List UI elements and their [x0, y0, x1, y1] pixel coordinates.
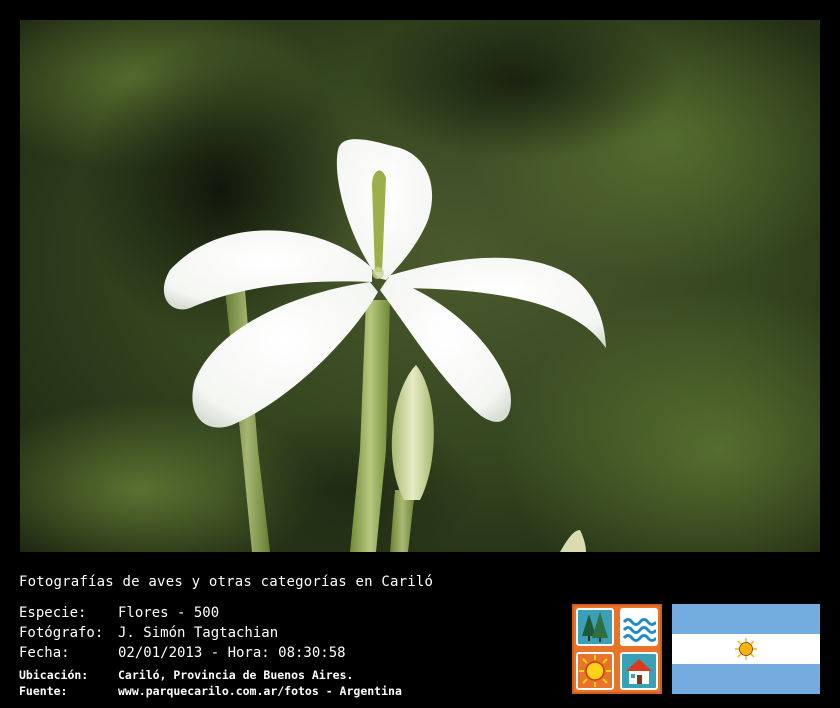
field-fecha: Fecha: 02/01/2013 - Hora: 08:30:58 [19, 645, 346, 661]
field-label: Fotógrafo: [19, 625, 104, 641]
field-value: 02/01/2013 - Hora: 08:30:58 [118, 645, 346, 661]
house-icon [620, 652, 658, 690]
field-label: Especie: [19, 605, 87, 621]
field-fotografo: Fotógrafo: J. Simón Tagtachian [19, 625, 278, 641]
carilo-logo [572, 604, 662, 694]
field-fuente: Fuente: www.parquecarilo.com.ar/fotos - A… [19, 684, 402, 698]
flower-photo [20, 20, 820, 552]
field-value: Cariló, Provincia de Buenos Aires. [118, 668, 354, 682]
white-flower-image [20, 20, 820, 552]
field-especie: Especie: Flores - 500 [19, 605, 219, 621]
field-label: Fecha: [19, 645, 70, 661]
field-label: Fuente: [19, 684, 68, 698]
field-label: Ubicación: [19, 668, 89, 682]
sun-icon [576, 652, 614, 690]
field-value: www.parquecarilo.com.ar/fotos - Argentin… [118, 684, 402, 698]
field-value: Flores - 500 [118, 605, 220, 621]
field-value: J. Simón Tagtachian [118, 625, 279, 641]
flag-argentina-icon [672, 604, 820, 694]
field-ubicacion: Ubicación: Cariló, Provincia de Buenos Ai… [19, 668, 353, 682]
waves-icon [620, 608, 658, 646]
trees-icon [576, 608, 614, 646]
gallery-title: Fotografías de aves y otras categorías e… [19, 574, 434, 590]
sun-of-may-icon [735, 638, 757, 660]
